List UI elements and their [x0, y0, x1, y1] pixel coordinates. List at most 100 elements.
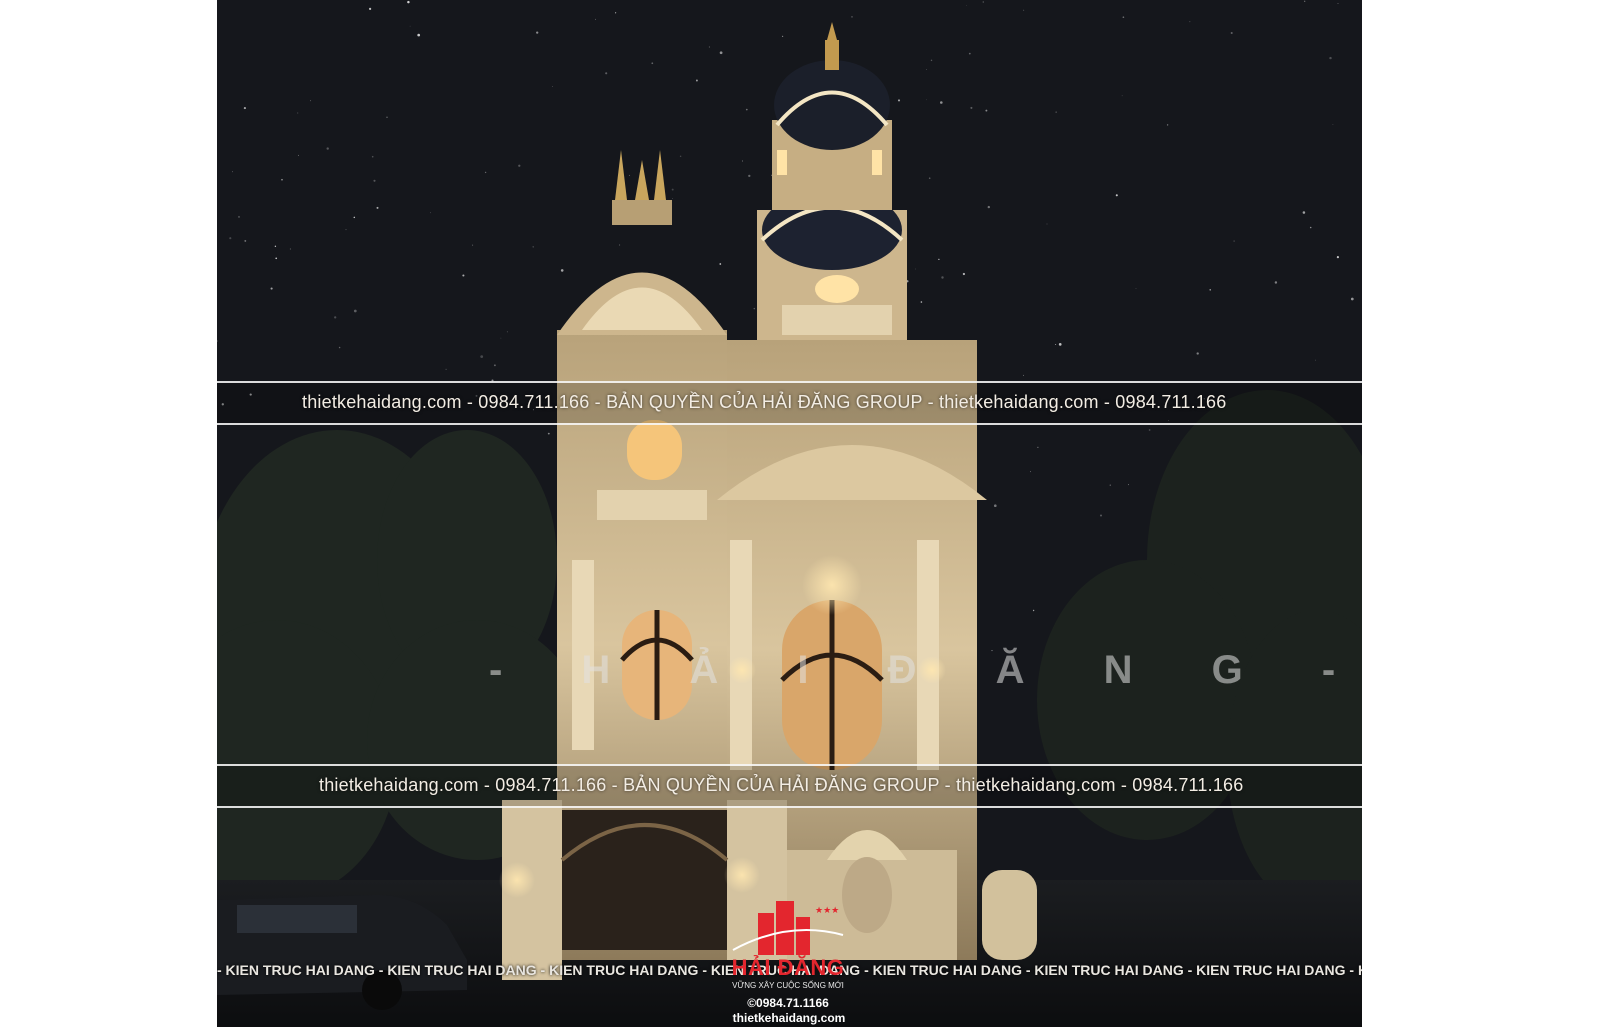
logo-slogan: VỮNG XÂY CUỘC SỐNG MỚI: [732, 981, 844, 990]
star: [1148, 429, 1151, 431]
villa-night-render: thietkehaidang.com - 0984.711.166 - BẢN …: [217, 0, 1362, 1027]
star: [506, 331, 508, 333]
star: [281, 178, 283, 181]
star: [1135, 288, 1137, 289]
star: [651, 62, 654, 65]
star: [368, 7, 372, 11]
star: [965, 5, 967, 6]
logo-name: HẢI ĐĂNG: [731, 955, 845, 980]
star: [1332, 123, 1334, 125]
star: [243, 107, 246, 110]
star: [925, 99, 927, 101]
star: [493, 364, 496, 367]
star: [274, 245, 277, 247]
star: [1230, 31, 1233, 35]
star: [518, 164, 521, 167]
star: [270, 287, 273, 290]
star: [719, 263, 722, 265]
star: [671, 188, 674, 191]
star: [1189, 21, 1191, 23]
star: [353, 216, 356, 219]
star: [920, 301, 923, 303]
villa-illustration: [217, 0, 1362, 1027]
star: [1329, 56, 1332, 60]
star: [407, 0, 410, 4]
star: [1109, 484, 1111, 486]
star: [297, 112, 299, 114]
brand-logo: ★★★ HẢI ĐĂNG VỮNG XÂY CUỘC SỐNG MỚI ©098…: [723, 895, 853, 1027]
star: [1058, 343, 1062, 346]
star: [915, 268, 916, 270]
star: [719, 51, 723, 55]
watermark-band-top: thietkehaidang.com - 0984.711.166 - BẢN …: [217, 381, 1362, 425]
watermark-band-bottom: thietkehaidang.com - 0984.711.166 - BẢN …: [217, 764, 1362, 808]
star: [373, 179, 376, 182]
star: [851, 16, 853, 18]
star: [217, 340, 218, 342]
star: [1055, 111, 1057, 113]
star: [1127, 484, 1129, 486]
star: [962, 272, 966, 276]
star: [615, 12, 617, 14]
star: [993, 504, 997, 508]
star: [619, 244, 621, 246]
star: [781, 35, 784, 38]
logo-phone: ©0984.71.1166: [747, 996, 829, 1010]
star: [930, 59, 933, 62]
star: [1350, 297, 1354, 301]
star: [897, 99, 901, 102]
star: [928, 177, 931, 179]
star: [480, 355, 484, 358]
center-watermark: - H Ả I Đ Ă N G -: [489, 648, 1362, 692]
star: [532, 246, 534, 248]
star: [275, 257, 278, 260]
star: [244, 239, 247, 242]
star: [1166, 124, 1169, 126]
star: [1315, 359, 1316, 361]
star: [987, 205, 990, 209]
star: [1046, 223, 1048, 225]
star: [289, 248, 291, 250]
watermark-text: thietkehaidang.com - 0984.711.166 - BẢN …: [302, 392, 1227, 412]
star: [462, 274, 465, 277]
star: [941, 276, 944, 279]
star: [238, 215, 240, 218]
star: [338, 346, 341, 349]
star: [1209, 289, 1211, 291]
star: [1302, 211, 1306, 214]
star: [985, 109, 988, 112]
star: [672, 198, 673, 199]
star: [1233, 240, 1235, 242]
star: [552, 86, 553, 87]
star: [386, 116, 388, 118]
star: [1304, 0, 1306, 2]
star: [1055, 343, 1057, 346]
star: [445, 368, 447, 371]
star: [560, 269, 564, 272]
star: [1030, 471, 1031, 473]
star: [310, 100, 312, 102]
star: [371, 155, 374, 158]
star: [1337, 3, 1339, 5]
star: [430, 212, 431, 214]
star: [1115, 194, 1118, 197]
star: [940, 101, 943, 104]
star: [1121, 95, 1123, 97]
star: [345, 229, 347, 231]
star: [1037, 446, 1039, 448]
star: [1336, 256, 1339, 259]
star: [326, 147, 329, 150]
star: [708, 46, 710, 48]
villa-building: [499, 22, 1037, 980]
star: [628, 174, 631, 176]
watermark-text: thietkehaidang.com - 0984.711.166 - BẢN …: [319, 775, 1244, 795]
star: [745, 108, 748, 111]
svg-text:★★★: ★★★: [815, 906, 839, 916]
star: [472, 244, 474, 246]
star: [353, 309, 357, 313]
star: [334, 316, 337, 319]
star: [968, 52, 971, 55]
star: [536, 31, 539, 34]
star: [741, 160, 744, 162]
star: [1122, 16, 1125, 19]
